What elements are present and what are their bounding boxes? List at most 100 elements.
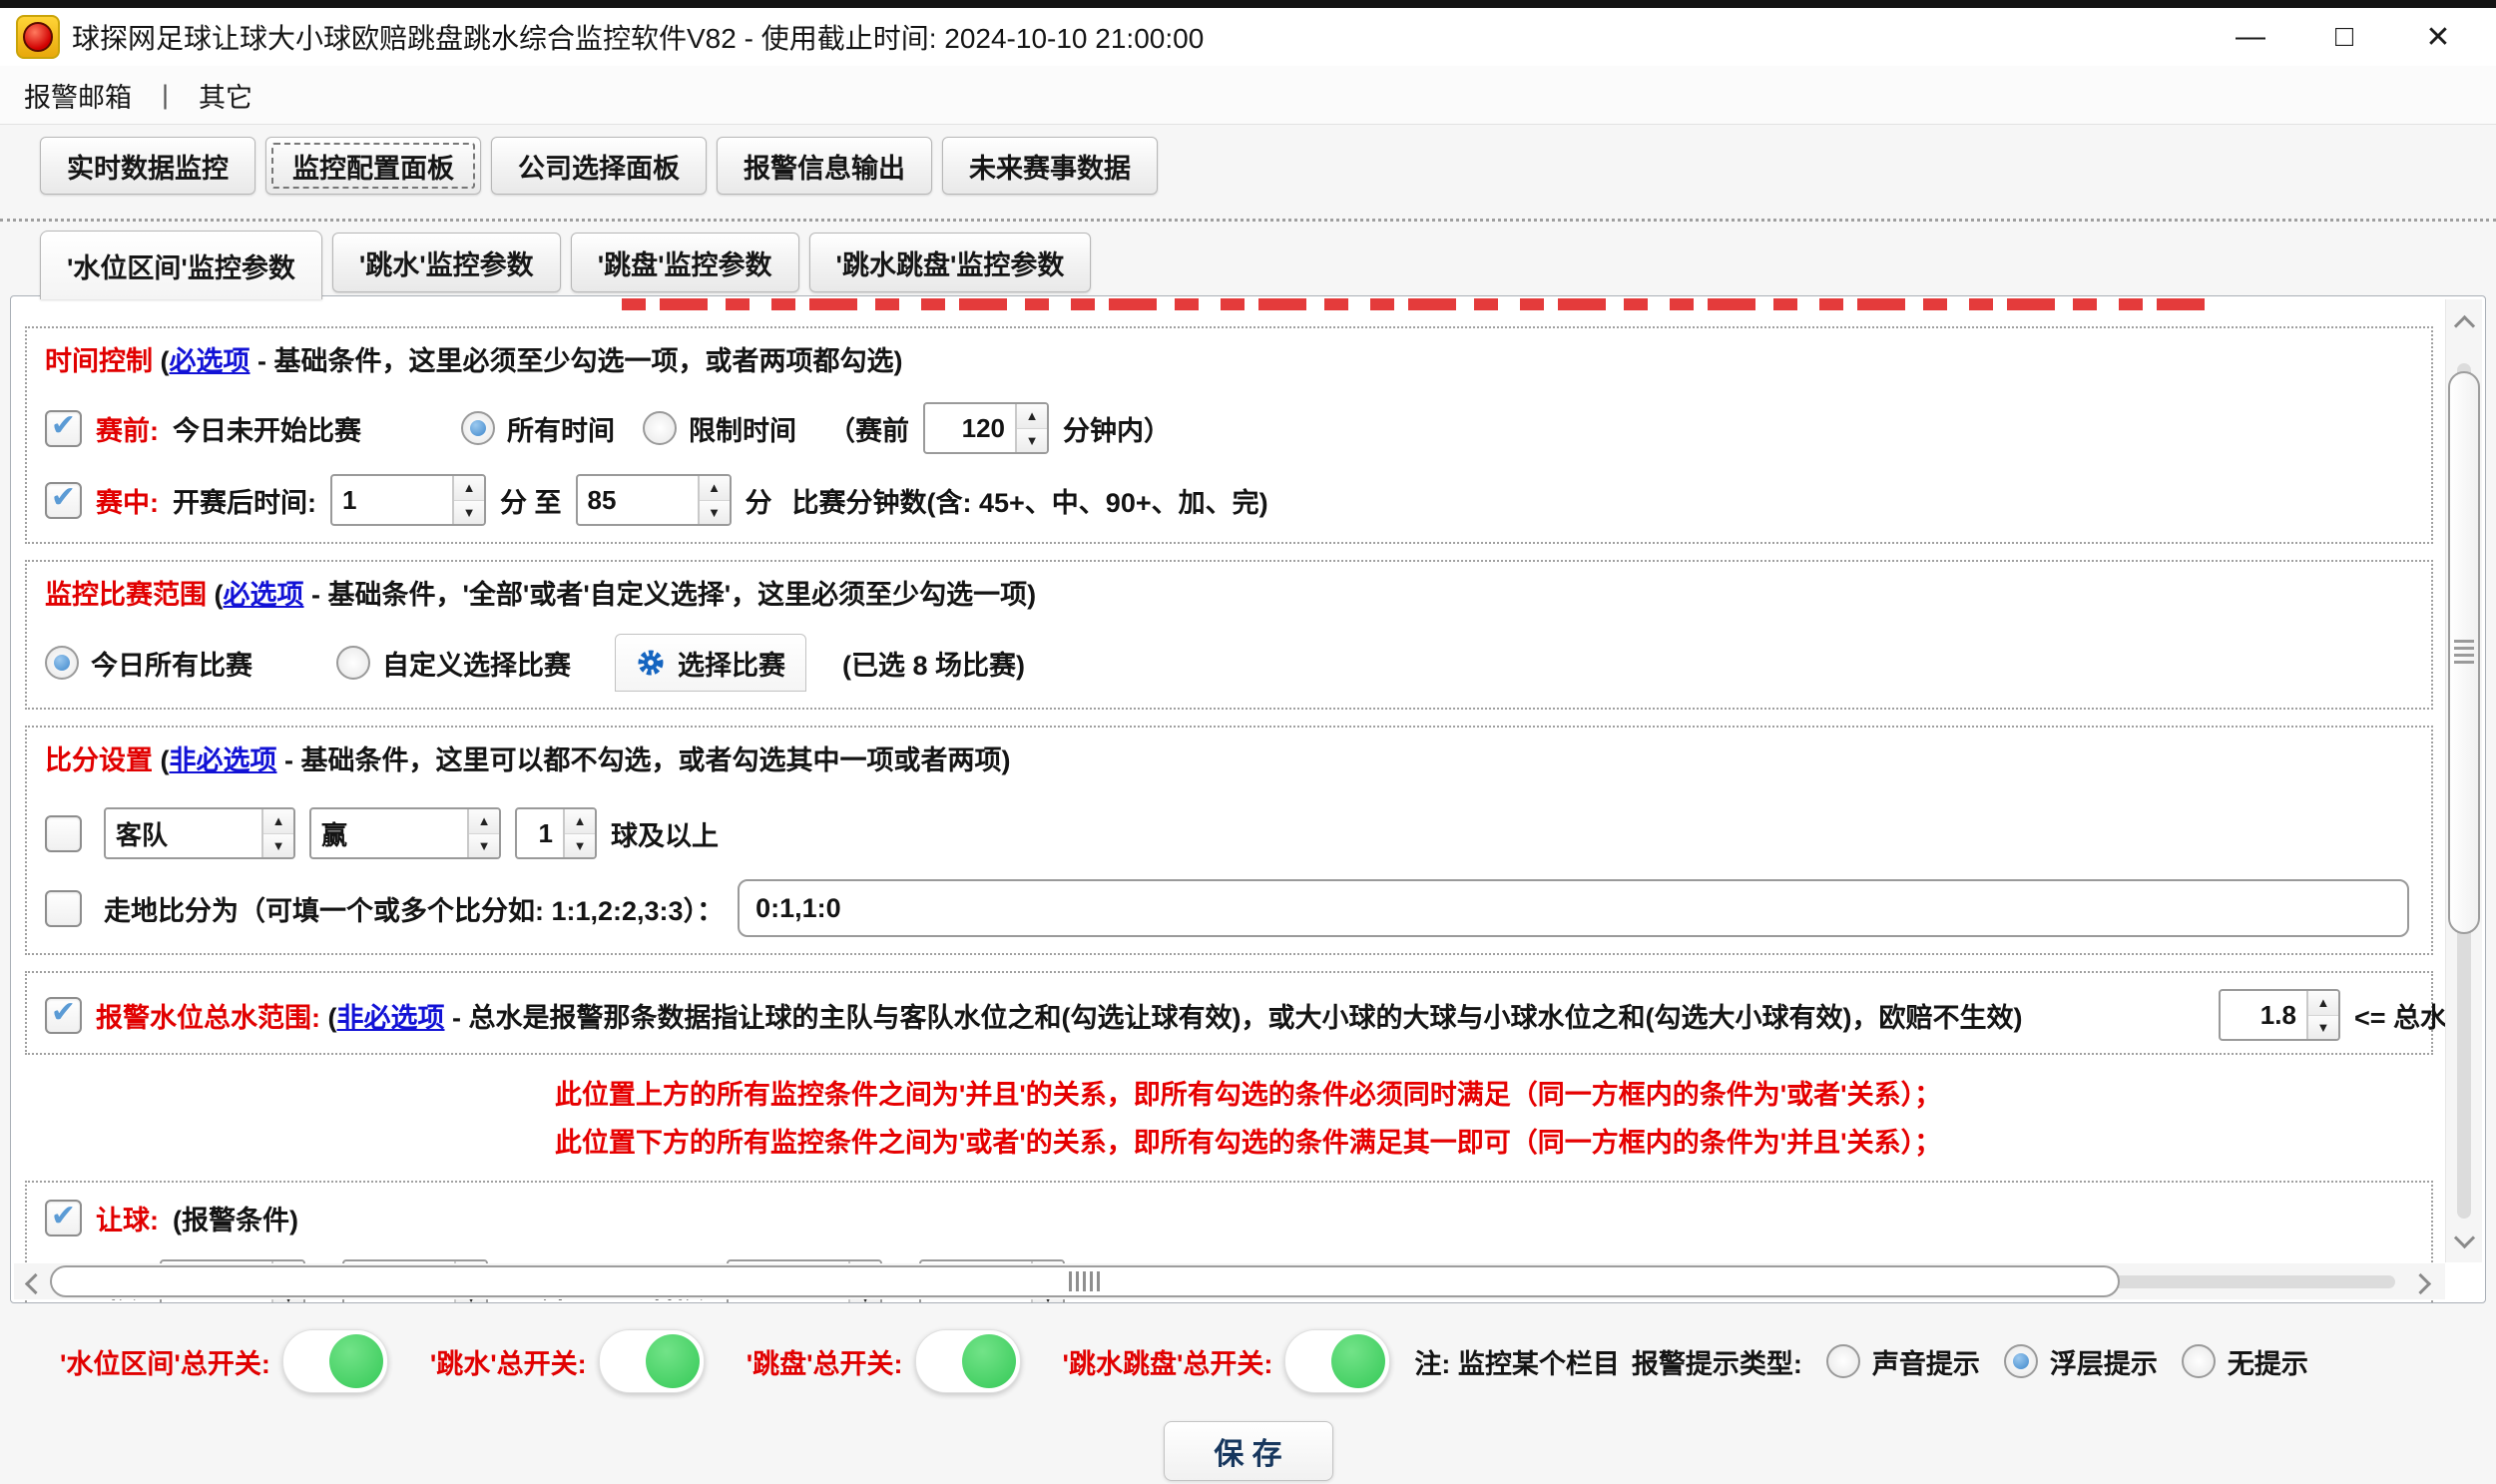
goals-spinner[interactable]: 1 [515,807,597,859]
sound-alert-radio-group[interactable]: 声音提示 [1826,1342,1980,1381]
spin-down-icon[interactable] [700,501,730,525]
scroll-right-icon[interactable] [2405,1263,2441,1299]
subtab-jump-plate[interactable]: '跳盘'监控参数 [571,233,799,292]
pre-match-label: 赛前: [96,409,159,448]
maximize-button[interactable]: □ [2316,14,2372,60]
live-score-checkbox[interactable] [45,890,82,927]
all-time-radio[interactable] [461,411,495,445]
no-alert-radio[interactable] [2182,1344,2216,1378]
toggle-knob [329,1334,383,1388]
save-bar: 保 存 [0,1421,2496,1481]
tab-future-matches[interactable]: 未来赛事数据 [942,137,1158,195]
jump-plate-toggle[interactable] [915,1329,1021,1393]
pre-match-row: 赛前: 今日未开始比赛 所有时间 限制时间 （赛前 120 分钟内） [45,402,2413,454]
pre-minutes-spinner[interactable]: 120 [923,402,1049,454]
tab-alert-output[interactable]: 报警信息输出 [717,137,932,195]
today-all-radio[interactable] [45,646,79,680]
diving-toggle[interactable] [599,1329,705,1393]
water-range-toggle[interactable] [282,1329,388,1393]
scroll-down-icon[interactable] [2446,1223,2482,1258]
relation-notes: 此位置上方的所有监控条件之间为'并且'的关系，即所有勾选的条件必须同时满足（同一… [11,1071,2485,1167]
gear-icon [636,648,666,678]
scroll-up-icon[interactable] [2446,305,2482,341]
toggle-knob [1331,1334,1385,1388]
tab-monitor-config[interactable]: 监控配置面板 [265,137,481,195]
team-select[interactable]: 客队 [104,807,295,859]
no-alert-radio-group[interactable]: 无提示 [2182,1342,2308,1381]
save-button[interactable]: 保 存 [1164,1421,1333,1481]
live-score-label: 走地比分为（可填一个或多个比分如: 1:1,2:2,3:3）： [104,889,724,928]
vertical-scroll-thumb[interactable] [2448,371,2480,934]
match-minute-to-spinner[interactable]: 85 [576,474,732,526]
limit-time-radio[interactable] [643,411,677,445]
tab-company-select[interactable]: 公司选择面板 [491,137,707,195]
spin-up-icon[interactable] [469,809,499,834]
spin-up-icon[interactable] [454,476,484,501]
spin-up-icon[interactable] [263,809,293,834]
goals-suffix: 球及以上 [611,814,719,853]
overlay-alert-radio-group[interactable]: 浮层提示 [2004,1342,2158,1381]
diving-jump-toggle[interactable] [1284,1329,1390,1393]
menu-item-alert-email[interactable]: 报警邮箱 [18,74,138,117]
main-tabs: 实时数据监控 监控配置面板 公司选择面板 报警信息输出 未来赛事数据 [0,125,2496,195]
score-condition-row: 客队 赢 1 球及以上 [45,807,2413,859]
menu-item-other[interactable]: 其它 [193,74,258,117]
all-time-radio-group[interactable]: 所有时间 [461,409,615,448]
spin-up-icon[interactable] [565,809,595,834]
horizontal-scrollbar[interactable] [14,1263,2445,1299]
handicap-note: (报警条件) [173,1199,298,1237]
alert-type-label: 报警提示类型: [1632,1342,1802,1381]
handicap-checkbox[interactable] [45,1200,82,1237]
spin-down-icon[interactable] [565,834,595,858]
total-water-checkbox[interactable] [45,997,82,1034]
horizontal-scroll-thumb[interactable] [50,1265,2120,1297]
menubar: 报警邮箱 | 其它 [0,66,2496,125]
live-score-input[interactable] [738,879,2409,937]
score-condition-checkbox[interactable] [45,815,82,852]
subtab-diving-jump[interactable]: '跳水跳盘'监控参数 [809,233,1092,292]
spin-up-icon[interactable] [700,476,730,501]
minimize-button[interactable]: — [2223,14,2278,60]
custom-select-radio-group[interactable]: 自定义选择比赛 [336,644,571,683]
pre-match-checkbox[interactable] [45,410,82,447]
section-total-water: 报警水位总水范围: (非必选项 - 总水是报警那条数据指让球的主队与客队水位之和… [25,971,2433,1055]
select-matches-button[interactable]: 选择比赛 [615,634,806,692]
spin-down-icon[interactable] [454,501,484,525]
subtab-water-range[interactable]: '水位区间'监控参数 [40,231,322,299]
subtab-diving[interactable]: '跳水'监控参数 [332,233,561,292]
window-controls: — □ ✕ [2223,14,2496,60]
spin-down-icon[interactable] [469,834,499,858]
section-time-control: 时间控制 (必选项 - 基础条件，这里必须至少勾选一项，或者两项都勾选) 赛前:… [25,326,2433,544]
total-water-text: 报警水位总水范围: (非必选项 - 总水是报警那条数据指让球的主队与客队水位之和… [96,996,2022,1035]
diving-switch-label: '跳水'总开关: [430,1342,587,1381]
spin-up-icon[interactable] [2308,991,2338,1016]
total-water-spinner[interactable]: 1.8 [2219,989,2340,1041]
spin-down-icon[interactable] [1017,429,1047,453]
in-match-label: 赛中: [96,481,159,520]
spin-down-icon[interactable] [263,834,293,858]
scroll-left-icon[interactable] [14,1263,50,1299]
handicap-label: 让球: [96,1199,159,1237]
sound-alert-radio[interactable] [1826,1344,1860,1378]
vertical-scrollbar[interactable] [2445,299,2482,1262]
spin-down-icon[interactable] [2308,1016,2338,1040]
spin-up-icon[interactable] [1017,404,1047,429]
limit-time-radio-group[interactable]: 限制时间 [643,409,796,448]
toggle-knob [646,1334,700,1388]
match-minute-from-spinner[interactable]: 1 [330,474,486,526]
minute-note: 比赛分钟数(含: 45+、中、90+、加、完) [792,481,1268,520]
sub-tabs: '水位区间'监控参数 '跳水'监控参数 '跳盘'监控参数 '跳水跳盘'监控参数 [0,231,2496,292]
today-all-radio-group[interactable]: 今日所有比赛 [45,644,252,683]
live-score-row: 走地比分为（可填一个或多个比分如: 1:1,2:2,3:3）： [45,879,2413,937]
custom-select-radio[interactable] [336,646,370,680]
menu-separator: | [162,80,169,111]
overlay-alert-radio[interactable] [2004,1344,2038,1378]
water-range-switch-label: '水位区间'总开关: [60,1342,270,1381]
in-match-checkbox[interactable] [45,482,82,519]
result-select[interactable]: 赢 [309,807,501,859]
close-button[interactable]: ✕ [2410,14,2466,60]
limit-prefix: （赛前 [828,409,909,448]
window-titlebar: 球探网足球让球大小球欧赔跳盘跳水综合监控软件V82 - 使用截止时间: 2024… [0,8,2496,66]
config-panel: 时间控制 (必选项 - 基础条件，这里必须至少勾选一项，或者两项都勾选) 赛前:… [10,295,2486,1303]
tab-realtime-monitor[interactable]: 实时数据监控 [40,137,255,195]
